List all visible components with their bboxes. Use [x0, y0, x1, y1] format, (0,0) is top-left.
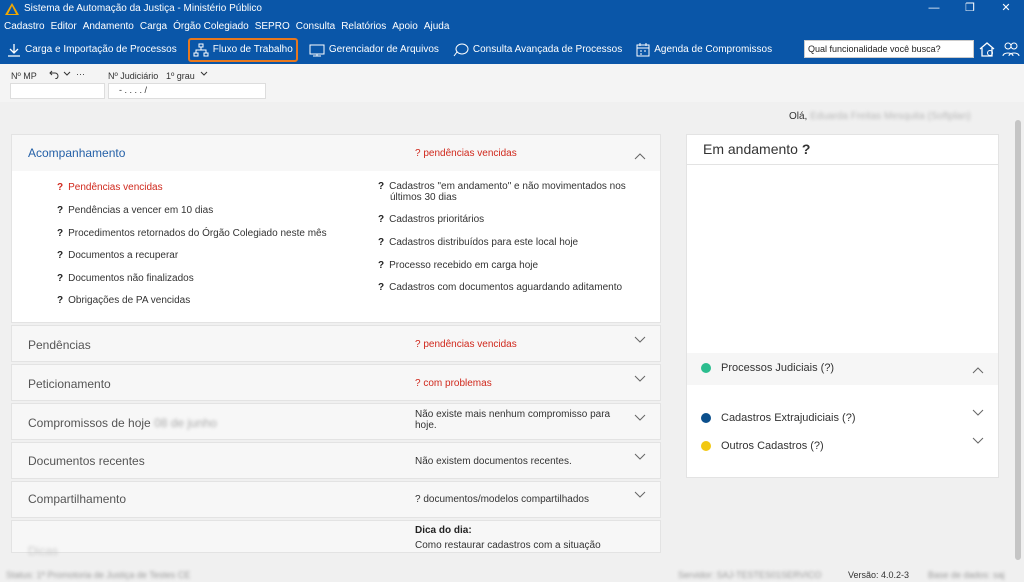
peticionamento-status: ? com problemas — [415, 378, 492, 389]
documentos-recentes-title: Documentos recentes — [28, 454, 145, 468]
legend-dot-processos — [701, 363, 711, 373]
list-item[interactable]: ? Documentos a recuperar — [57, 250, 178, 261]
legend-processos-judiciais[interactable]: Processos Judiciais (?) — [721, 362, 834, 374]
chevron-down-icon[interactable] — [200, 71, 208, 77]
menu-editor[interactable]: Editor — [51, 21, 77, 32]
grau-select[interactable]: 1º grau — [166, 71, 195, 81]
download-icon — [8, 43, 20, 57]
minimize-button[interactable]: — — [916, 0, 952, 17]
acompanhamento-title: Acompanhamento — [28, 146, 126, 160]
judicial-number-input[interactable]: - . . . . / — [108, 83, 266, 99]
menu-apoio[interactable]: Apoio — [392, 21, 418, 32]
functionality-search-input[interactable]: Qual funcionalidade você busca? — [804, 40, 974, 58]
mp-label: Nº MP — [11, 71, 37, 81]
mp-more-button[interactable]: ··· — [76, 69, 85, 79]
compartilhamento-status: ? documentos/modelos compartilhados — [415, 494, 589, 505]
documentos-recentes-status: Não existem documentos recentes. — [415, 456, 572, 467]
maximize-button[interactable]: ❐ — [952, 0, 988, 17]
chevron-down-icon[interactable] — [634, 375, 646, 383]
legend-dot-outros — [701, 441, 711, 451]
file-manager-icon — [309, 44, 325, 56]
menu-orgao-colegiado[interactable]: Órgão Colegiado — [173, 21, 249, 32]
list-item[interactable]: ? Procedimentos retornados do Órgão Coleg… — [57, 228, 327, 239]
status-version: Versão: 4.0.2-3 — [848, 570, 910, 580]
process-number-fields: Nº MP ··· Nº Judiciário 1º grau - . . . … — [0, 64, 1024, 102]
consulta-avancada-button[interactable]: Consulta Avançada de Processos — [450, 38, 625, 62]
chevron-up-icon[interactable] — [634, 152, 646, 160]
menu-consulta[interactable]: Consulta — [296, 21, 335, 32]
chevron-down-icon[interactable] — [972, 437, 984, 445]
menu-carga[interactable]: Carga — [140, 21, 167, 32]
user-group-icon[interactable] — [1002, 40, 1020, 58]
menu-sepro[interactable]: SEPRO — [255, 21, 290, 32]
gerenciador-arquivos-button[interactable]: Gerenciador de Arquivos — [306, 38, 442, 62]
compartilhamento-title: Compartilhamento — [28, 492, 127, 506]
em-andamento-title: Em andamento ? — [703, 141, 811, 157]
home-icon[interactable] — [978, 40, 996, 58]
chevron-up-icon[interactable] — [972, 366, 984, 374]
list-item[interactable]: ? Documentos não finalizados — [57, 273, 194, 284]
chevron-down-icon[interactable] — [972, 409, 984, 417]
menu-relatorios[interactable]: Relatórios — [341, 21, 386, 32]
chevron-down-icon[interactable] — [634, 336, 646, 344]
chevron-down-icon[interactable] — [634, 491, 646, 499]
list-item[interactable]: ? Pendências vencidas — [57, 182, 163, 193]
menu-cadastro[interactable]: Cadastro — [4, 21, 45, 32]
acompanhamento-status: ? pendências vencidas — [415, 148, 517, 159]
calendar-icon — [636, 42, 650, 56]
window-title: Sistema de Automação da Justiça - Minist… — [24, 3, 262, 14]
close-button[interactable]: ✕ — [988, 0, 1024, 17]
menu-andamento[interactable]: Andamento — [83, 21, 134, 32]
list-item[interactable]: ? Pendências a vencer em 10 dias — [57, 205, 213, 216]
legend-dot-extrajudiciais — [701, 413, 711, 423]
compromissos-title: Compromissos de hoje 08 de junho — [28, 416, 217, 430]
status-bar: Status: 1ª Promotoria de Justiça de Test… — [0, 567, 1024, 582]
legend-cadastros-extrajudiciais[interactable]: Cadastros Extrajudiciais (?) — [721, 412, 856, 424]
undo-icon[interactable] — [49, 69, 59, 79]
list-item[interactable]: ? Cadastros "em andamento" e não moviment… — [378, 181, 648, 203]
status-location: Status: 1ª Promotoria de Justiça de Test… — [6, 570, 191, 580]
compromissos-status: Não existe mais nenhum compromisso para h… — [415, 409, 611, 431]
app-logo-icon — [5, 2, 19, 15]
list-item[interactable]: ? Processo recebido em carga hoje — [378, 260, 538, 271]
chevron-down-icon[interactable] — [634, 453, 646, 461]
fluxo-trabalho-button[interactable]: Fluxo de Trabalho — [187, 37, 298, 62]
status-database: Base de dados: saj — [928, 570, 1005, 580]
dicas-title: Dicas — [28, 544, 59, 558]
list-item[interactable]: ? Obrigações de PA vencidas — [57, 295, 190, 306]
pendencias-status: ? pendências vencidas — [415, 339, 517, 350]
chevron-down-icon[interactable] — [63, 71, 71, 77]
menu-bar: Cadastro Editor Andamento Carga Órgão Co… — [0, 17, 1024, 35]
mp-number-input[interactable] — [10, 83, 105, 99]
greeting: Olá, Eduarda Freitas Mesquita (Softplan) — [789, 111, 971, 122]
menu-ajuda[interactable]: Ajuda — [424, 21, 450, 32]
agenda-compromissos-button[interactable]: Agenda de Compromissos — [633, 38, 775, 62]
pendencias-panel[interactable] — [11, 325, 661, 362]
user-name: Eduarda Freitas Mesquita (Softplan) — [810, 111, 971, 122]
pendencias-title: Pendências — [28, 338, 91, 352]
chevron-down-icon[interactable] — [634, 414, 646, 422]
status-server: Servidor: SAJ-TESTES01SERVICO — [678, 570, 822, 580]
scrollbar-thumb[interactable] — [1015, 120, 1021, 560]
search-chat-icon — [453, 43, 469, 56]
list-item[interactable]: ? Cadastros com documentos aguardando adi… — [378, 282, 622, 293]
workflow-icon — [193, 43, 209, 56]
legend-outros-cadastros[interactable]: Outros Cadastros (?) — [721, 440, 824, 452]
list-item[interactable]: ? Cadastros distribuídos para este local … — [378, 237, 578, 248]
carga-button[interactable]: Carga e Importação de Processos — [4, 38, 180, 62]
em-andamento-card — [686, 134, 999, 478]
vertical-scrollbar[interactable] — [1013, 110, 1022, 565]
dica-label: Dica do dia: — [415, 525, 472, 536]
title-bar: Sistema de Automação da Justiça - Minist… — [0, 0, 1024, 17]
peticionamento-title: Peticionamento — [28, 377, 111, 391]
list-item[interactable]: ? Cadastros prioritários — [378, 214, 484, 225]
judiciario-label: Nº Judiciário — [108, 71, 159, 81]
dica-text: Como restaurar cadastros com a situação — [415, 540, 601, 551]
